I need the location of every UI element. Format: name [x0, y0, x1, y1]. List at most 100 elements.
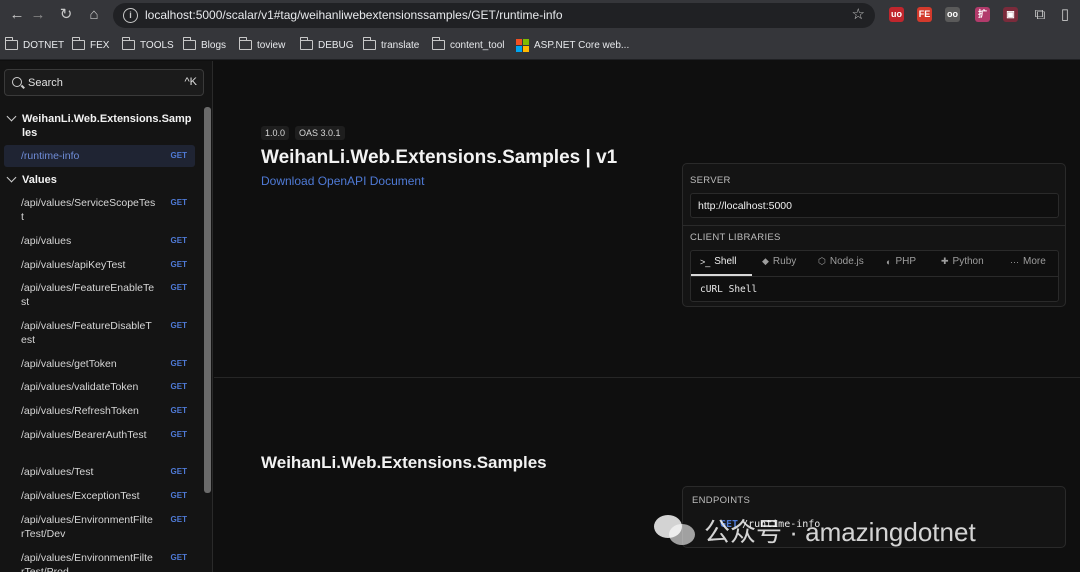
- endpoints-label: ENDPOINTS: [692, 495, 751, 506]
- folder-icon: [362, 37, 376, 50]
- back-icon[interactable]: ←: [7, 5, 27, 25]
- folder-icon: [431, 37, 445, 50]
- folder-icon: [121, 37, 135, 50]
- folder-icon: [71, 37, 85, 50]
- browser-toolbar: ← → ↻ ⌂ i localhost:5000/scalar/v1#tag/w…: [0, 0, 1080, 31]
- bookmark-aspnet-core[interactable]: ASP.NET Core web...: [516, 37, 629, 53]
- tab-python[interactable]: ✚ Python: [941, 256, 984, 267]
- sidebar-item-refreshtoken[interactable]: /api/values/RefreshToken GET: [4, 404, 195, 422]
- sidebar-item-runtime-info[interactable]: /runtime-info GET: [4, 145, 195, 167]
- wechat-logo-icon: [654, 513, 696, 547]
- method-badge: GET: [170, 406, 187, 415]
- client-code-snippet: cURL Shell: [700, 284, 758, 295]
- home-icon[interactable]: ⌂: [84, 5, 104, 25]
- method-badge: GET: [170, 491, 187, 500]
- chevron-down-icon: [6, 172, 17, 183]
- version-badge: 1.0.0: [261, 126, 290, 140]
- bookmark-blogs[interactable]: Blogs: [182, 37, 226, 53]
- client-libraries-tabs: >_ Shell ◆ Ruby ⬡ Node.js ◐ PHP ✚ Python…: [690, 250, 1059, 302]
- folder-icon: [4, 37, 18, 50]
- tab-shell[interactable]: >_ Shell: [700, 256, 737, 267]
- sidepanel-icon[interactable]: ▯: [1055, 5, 1075, 25]
- watermark: 公众号 · amazingdotnet: [654, 506, 976, 554]
- sidebar-item-test[interactable]: /api/values/Test GET: [4, 465, 195, 483]
- ruby-icon: ◆: [762, 256, 769, 266]
- method-badge: GET: [170, 359, 187, 368]
- client-libraries-label: CLIENT LIBRARIES: [690, 232, 781, 243]
- oas-badge: OAS 3.0.1: [295, 126, 345, 140]
- method-badge: GET: [170, 198, 187, 207]
- tab-ruby[interactable]: ◆ Ruby: [762, 256, 796, 267]
- bookmark-tools[interactable]: TOOLS: [121, 37, 174, 53]
- method-badge: GET: [170, 236, 187, 245]
- bookmarks-bar: DOTNET FEX TOOLS Blogs toview DEBUG tran…: [0, 31, 1080, 60]
- sidebar-item-apikeytest[interactable]: /api/values/apiKeyTest GET: [4, 258, 195, 276]
- tab-php[interactable]: ◐ PHP: [886, 256, 916, 267]
- more-icon: ···: [1010, 256, 1019, 267]
- divider: [683, 225, 1065, 226]
- bookmark-content-tool[interactable]: content_tool: [431, 37, 505, 53]
- page-title: WeihanLi.Web.Extensions.Samples | v1: [261, 147, 618, 168]
- bookmark-fex[interactable]: FEX: [71, 37, 109, 53]
- method-badge: GET: [170, 283, 187, 292]
- folder-icon: [182, 37, 196, 50]
- sidebar-item-featuredisabletest[interactable]: /api/values/FeatureDisableTest GET: [4, 319, 195, 349]
- group-label: WeihanLi.Web.Extensions.Samples: [22, 113, 192, 139]
- method-badge: GET: [170, 321, 187, 330]
- bookmark-dotnet[interactable]: DOTNET: [4, 37, 64, 53]
- tab-nodejs[interactable]: ⬡ Node.js: [818, 256, 864, 267]
- sidebar-item-environmentfiltertest-dev[interactable]: /api/values/EnvironmentFilterTest/Dev GE…: [4, 513, 195, 543]
- sidebar-item-values[interactable]: /api/values GET: [4, 234, 195, 252]
- forward-icon[interactable]: →: [28, 5, 48, 25]
- search-input[interactable]: Search ^K: [4, 69, 204, 96]
- watermark-text: 公众号 · amazingdotnet: [704, 516, 976, 547]
- search-placeholder: Search: [28, 77, 63, 89]
- search-icon: [12, 77, 22, 87]
- method-badge: GET: [170, 553, 187, 562]
- ublock-extension-icon[interactable]: uo: [889, 7, 904, 22]
- main-content: 1.0.0 OAS 3.0.1 WeihanLi.Web.Extensions.…: [214, 61, 1080, 572]
- bookmark-debug[interactable]: DEBUG: [299, 37, 354, 53]
- sidebar-item-exceptiontest[interactable]: /api/values/ExceptionTest GET: [4, 489, 195, 507]
- sidebar: Search ^K WeihanLi.Web.Extensions.Sample…: [0, 61, 213, 572]
- search-shortcut: ^K: [184, 76, 198, 88]
- method-badge: GET: [170, 515, 187, 524]
- section-divider: [214, 377, 1080, 378]
- chevron-down-icon: [6, 111, 17, 122]
- method-badge: GET: [170, 260, 187, 269]
- server-label: SERVER: [690, 175, 731, 186]
- bookmark-star-icon[interactable]: ☆: [852, 5, 865, 23]
- reader-extension-icon[interactable]: oo: [945, 7, 960, 22]
- sidebar-item-environmentfiltertest-prod[interactable]: /api/values/EnvironmentFilterTest/Prod G…: [4, 551, 195, 572]
- tab-more[interactable]: ··· More: [1010, 256, 1046, 267]
- sidebar-scrollbar[interactable]: [204, 107, 211, 493]
- python-icon: ✚: [941, 256, 949, 266]
- section-title: WeihanLi.Web.Extensions.Samples: [261, 453, 547, 472]
- fe-extension-icon[interactable]: FE: [917, 7, 932, 22]
- bookmark-toview[interactable]: toview: [238, 37, 285, 53]
- extensions-puzzle-icon[interactable]: ⧉: [1030, 5, 1050, 25]
- server-url-select[interactable]: http://localhost:5000: [690, 193, 1059, 218]
- method-badge: GET: [170, 382, 187, 391]
- translate-extension-icon[interactable]: 扩: [975, 7, 990, 22]
- sidebar-item-gettoken[interactable]: /api/values/getToken GET: [4, 357, 195, 375]
- reload-icon[interactable]: ↻: [56, 5, 76, 25]
- microsoft-logo-icon: [516, 38, 529, 52]
- folder-icon: [238, 37, 252, 50]
- url-text[interactable]: localhost:5000/scalar/v1#tag/weihanliweb…: [145, 8, 563, 22]
- method-badge: GET: [170, 151, 187, 160]
- folder-icon: [299, 37, 313, 50]
- sidebar-item-servicescopetest[interactable]: /api/values/ServiceScopeTest GET: [4, 196, 195, 226]
- sidebar-item-validatetoken[interactable]: /api/values/validateToken GET: [4, 380, 195, 398]
- screenshot-extension-icon[interactable]: ▣: [1003, 7, 1018, 22]
- terminal-icon: >_: [700, 256, 711, 267]
- method-badge: GET: [170, 467, 187, 476]
- sidebar-item-bearerauthtest[interactable]: /api/values/BearerAuthTest GET: [4, 428, 195, 458]
- bookmark-translate[interactable]: translate: [362, 37, 419, 53]
- group-label: Values: [22, 174, 57, 186]
- address-bar[interactable]: i localhost:5000/scalar/v1#tag/weihanliw…: [113, 3, 875, 28]
- download-openapi-link[interactable]: Download OpenAPI Document: [261, 174, 424, 188]
- sidebar-item-featureenabletest[interactable]: /api/values/FeatureEnableTest GET: [4, 281, 195, 311]
- site-info-icon[interactable]: i: [123, 8, 138, 23]
- divider: [691, 276, 1058, 277]
